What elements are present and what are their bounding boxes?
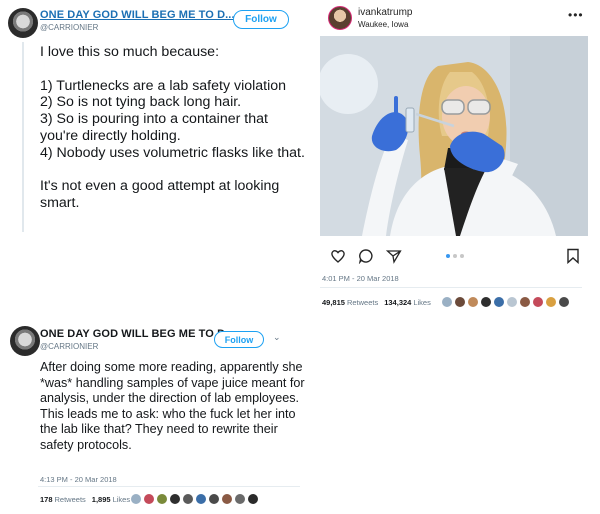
avatar[interactable] (183, 494, 193, 504)
display-name[interactable]: ONE DAY GOD WILL BEG ME TO D... (40, 9, 235, 21)
likes-count[interactable]: 134,324 (384, 298, 411, 307)
carousel-dot-active (446, 254, 450, 258)
engagement-stats: 178 Retweets 1,895 Likes (40, 495, 130, 504)
avatar[interactable] (131, 494, 141, 504)
chevron-down-icon[interactable]: ⌄ (273, 332, 281, 343)
avatar[interactable] (248, 494, 258, 504)
post-photo[interactable] (320, 36, 588, 236)
comment-icon[interactable] (358, 248, 374, 264)
thread-line (22, 42, 24, 232)
carousel-dot (460, 254, 464, 258)
liker-avatars (131, 494, 261, 504)
retweets-label[interactable]: Retweets (55, 495, 86, 504)
tweet-text: I love this so much because: 1) Turtlene… (40, 44, 305, 212)
avatar[interactable] (8, 8, 38, 38)
divider (320, 287, 582, 288)
more-options-icon[interactable]: ••• (568, 8, 584, 22)
retweets-count[interactable]: 178 (40, 495, 53, 504)
photo-illustration (320, 36, 588, 236)
tweet-timestamp[interactable]: 4:13 PM - 20 Mar 2018 (40, 475, 117, 484)
avatar[interactable] (328, 6, 352, 30)
avatar[interactable] (455, 297, 465, 307)
avatar[interactable] (468, 297, 478, 307)
heart-icon[interactable] (330, 248, 346, 264)
user-handle[interactable]: @CARRIONIER (40, 23, 98, 32)
liker-avatars (442, 297, 572, 307)
engagement-stats: 49,815 Retweets 134,324 Likes (322, 298, 431, 307)
divider (38, 486, 300, 487)
user-handle[interactable]: @CARRIONIER (40, 342, 98, 351)
avatar[interactable] (196, 494, 206, 504)
avatar[interactable] (235, 494, 245, 504)
avatar[interactable] (559, 297, 569, 307)
avatar[interactable] (144, 494, 154, 504)
carousel-dots (446, 254, 467, 258)
likes-count[interactable]: 1,895 (92, 495, 111, 504)
avatar[interactable] (442, 297, 452, 307)
avatar[interactable] (494, 297, 504, 307)
tweet-timestamp[interactable]: 4:01 PM - 20 Mar 2018 (322, 274, 399, 283)
follow-button[interactable]: Follow (233, 10, 289, 29)
avatar[interactable] (157, 494, 167, 504)
avatar[interactable] (222, 494, 232, 504)
avatar[interactable] (481, 297, 491, 307)
tweet-text: After doing some more reading, apparentl… (40, 360, 305, 452)
instagram-location[interactable]: Waukee, Iowa (358, 20, 408, 29)
tweet-card-1: ONE DAY GOD WILL BEG ME TO D... @CARRION… (0, 0, 312, 240)
retweets-count[interactable]: 49,815 (322, 298, 345, 307)
carousel-dot (453, 254, 457, 258)
likes-label[interactable]: Likes (113, 495, 131, 504)
avatar[interactable] (507, 297, 517, 307)
avatar[interactable] (520, 297, 530, 307)
avatar[interactable] (546, 297, 556, 307)
share-icon[interactable] (386, 248, 402, 264)
avatar[interactable] (533, 297, 543, 307)
bookmark-icon[interactable] (566, 248, 580, 264)
avatar[interactable] (170, 494, 180, 504)
display-name[interactable]: ONE DAY GOD WILL BEG ME TO D... (40, 328, 235, 340)
instagram-username[interactable]: ivankatrump (358, 7, 412, 18)
avatar[interactable] (10, 326, 40, 356)
likes-label[interactable]: Likes (413, 298, 431, 307)
follow-button[interactable]: Follow (214, 331, 264, 348)
avatar[interactable] (209, 494, 219, 504)
retweets-label[interactable]: Retweets (347, 298, 378, 307)
